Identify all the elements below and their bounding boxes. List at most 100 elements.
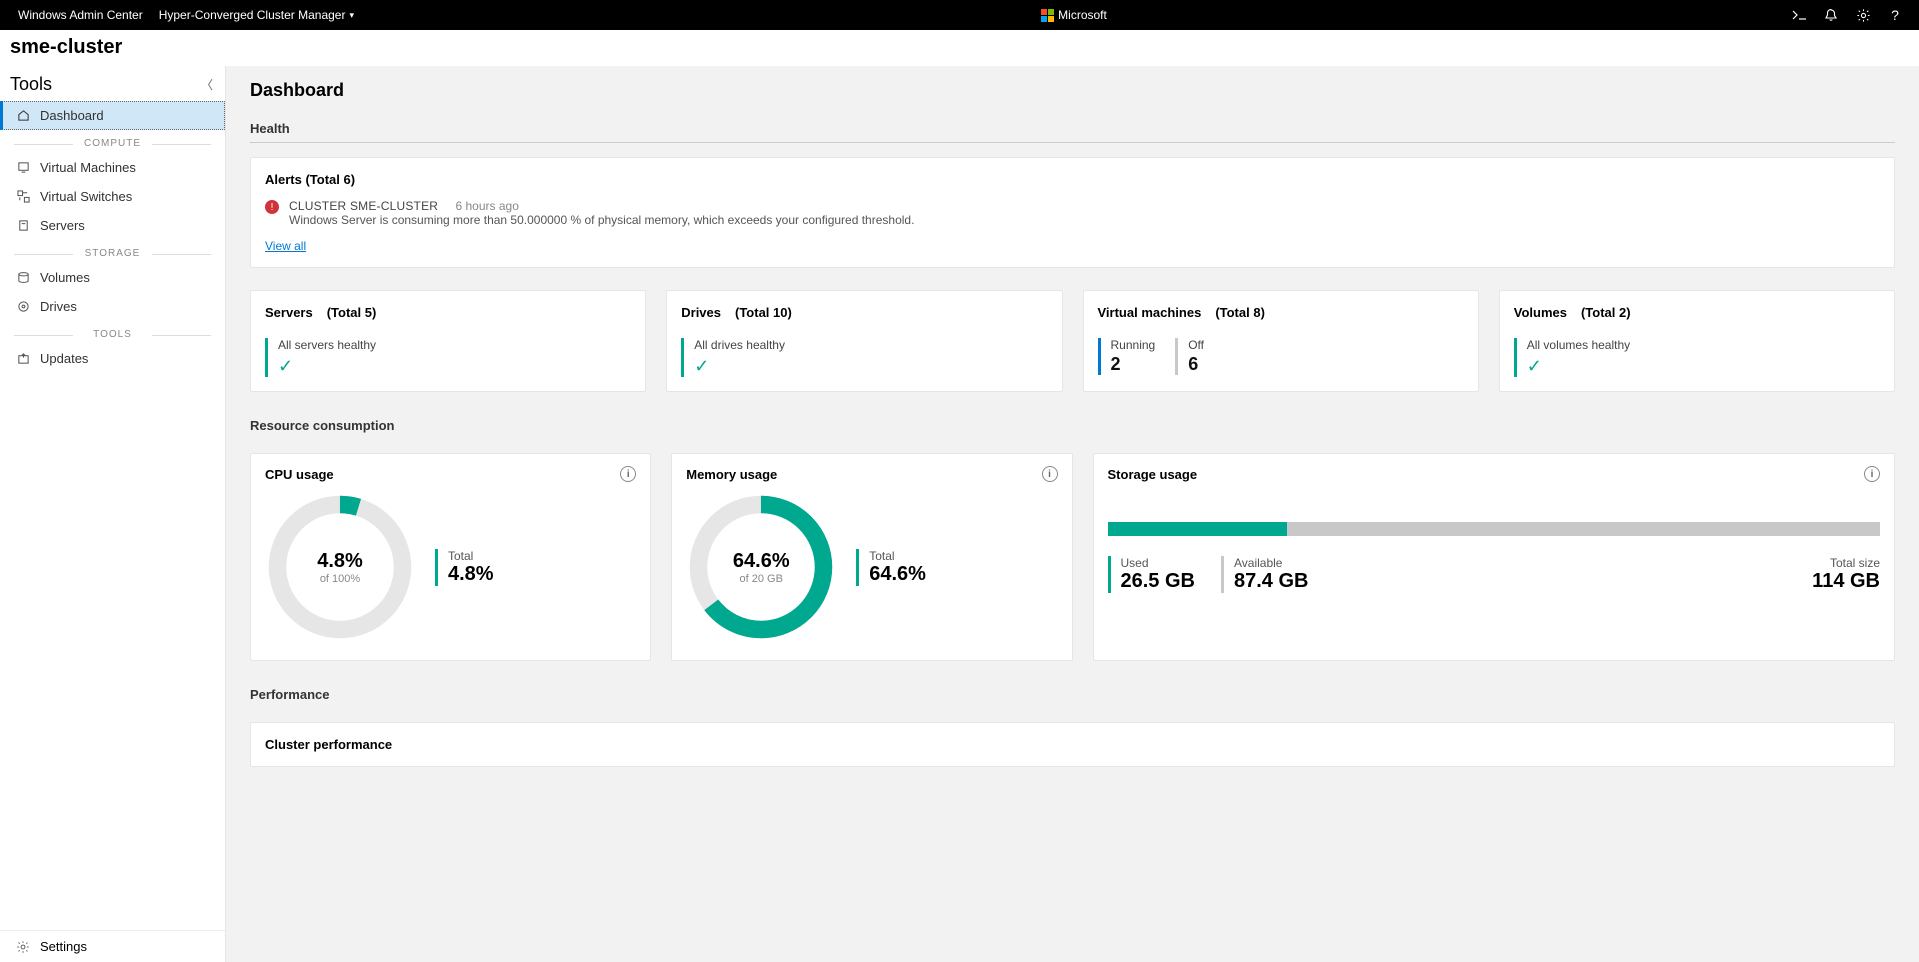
tile-title: Volumes <box>1514 305 1567 320</box>
memory-total-value: 64.6% <box>869 563 926 586</box>
nav-label: Dashboard <box>40 108 104 123</box>
volume-icon <box>16 271 30 285</box>
alerts-card: Alerts (Total 6) ! CLUSTER SME-CLUSTER 6… <box>250 157 1895 268</box>
nav-label: Updates <box>40 351 88 366</box>
tile-drives[interactable]: Drives (Total 10) All drives healthy ✓ <box>666 290 1062 392</box>
nav-virtual-machines[interactable]: Virtual Machines <box>0 153 225 182</box>
alert-error-icon: ! <box>265 200 279 214</box>
nav-drives[interactable]: Drives <box>0 292 225 321</box>
info-icon[interactable]: i <box>1042 466 1058 482</box>
nav-dashboard[interactable]: Dashboard <box>0 101 225 130</box>
vm-running-label: Running <box>1111 338 1156 352</box>
alert-time: 6 hours ago <box>456 199 519 213</box>
tile-title: Servers <box>265 305 313 320</box>
storage-avail-label: Available <box>1234 556 1308 570</box>
section-tools: TOOLS <box>14 329 211 340</box>
content-scroll[interactable]: Dashboard Health Alerts (Total 6) ! CLUS… <box>226 66 1919 962</box>
tile-count: (Total 10) <box>735 305 792 320</box>
check-icon: ✓ <box>1527 356 1880 377</box>
powershell-icon[interactable] <box>1785 1 1813 29</box>
top-bar: Windows Admin Center Hyper-Converged Clu… <box>0 0 1919 30</box>
storage-total-label: Total size <box>1812 556 1880 570</box>
tile-title: Virtual machines <box>1098 305 1202 320</box>
memory-title: Memory usage <box>686 467 777 482</box>
cpu-value: 4.8% <box>317 550 363 573</box>
section-performance: Performance <box>250 687 1895 708</box>
content-area: Dashboard Health Alerts (Total 6) ! CLUS… <box>226 66 1919 962</box>
storage-used-label: Used <box>1121 556 1195 570</box>
collapse-sidebar-icon[interactable]: 〈 <box>201 76 213 93</box>
help-icon[interactable]: ? <box>1881 1 1909 29</box>
notifications-icon[interactable] <box>1817 1 1845 29</box>
sidebar-settings[interactable]: Settings <box>0 930 225 962</box>
nav-label: Virtual Switches <box>40 189 132 204</box>
microsoft-logo-icon <box>1040 8 1054 22</box>
alerts-view-all-link[interactable]: View all <box>265 239 306 253</box>
tile-volumes[interactable]: Volumes (Total 2) All volumes healthy ✓ <box>1499 290 1895 392</box>
nav-servers[interactable]: Servers <box>0 211 225 240</box>
alerts-title: Alerts (Total 6) <box>265 172 1880 187</box>
context-label: Hyper-Converged Cluster Manager <box>159 8 346 22</box>
nav-label: Virtual Machines <box>40 160 136 175</box>
switch-icon <box>16 190 30 204</box>
nav-volumes[interactable]: Volumes <box>0 263 225 292</box>
page-title: Dashboard <box>250 80 1895 101</box>
home-icon <box>16 109 30 123</box>
section-storage: STORAGE <box>14 248 211 259</box>
tools-sidebar: Tools 〈 Dashboard COMPUTE Virtual Machin… <box>0 66 226 962</box>
alert-message: Windows Server is consuming more than 50… <box>289 213 914 227</box>
cpu-usage-card: CPU usage i 4.8% of 100% <box>250 453 651 661</box>
cpu-total-value: 4.8% <box>448 563 494 586</box>
storage-used-value: 26.5 GB <box>1121 570 1195 593</box>
tools-heading: Tools <box>10 74 52 95</box>
section-resource: Resource consumption <box>250 418 1895 439</box>
storage-title: Storage usage <box>1108 467 1198 482</box>
memory-usage-card: Memory usage i 64.6% of 20 GB <box>671 453 1072 661</box>
memory-sub: of 20 GB <box>740 573 783 585</box>
tile-count: (Total 8) <box>1215 305 1265 320</box>
storage-usage-card: Storage usage i Used 26.5 GB Available <box>1093 453 1896 661</box>
memory-value: 64.6% <box>733 550 790 573</box>
tile-vms[interactable]: Virtual machines(Total 8) Running 2 Off … <box>1083 290 1479 392</box>
settings-gear-icon[interactable] <box>1849 1 1877 29</box>
ms-logo-area: Microsoft <box>362 8 1785 22</box>
alert-source: CLUSTER SME-CLUSTER <box>289 199 438 213</box>
server-icon <box>16 219 30 233</box>
info-icon[interactable]: i <box>1864 466 1880 482</box>
memory-donut-chart: 64.6% of 20 GB <box>686 492 836 642</box>
cluster-performance-title: Cluster performance <box>265 737 1880 752</box>
check-icon: ✓ <box>278 356 631 377</box>
memory-total-label: Total <box>869 549 926 563</box>
tile-servers[interactable]: Servers (Total 5) All servers healthy ✓ <box>250 290 646 392</box>
storage-total-value: 114 GB <box>1812 570 1880 593</box>
brand-link[interactable]: Windows Admin Center <box>10 8 151 22</box>
cluster-title: sme-cluster <box>0 30 1919 66</box>
tile-status: All drives healthy <box>694 338 1047 352</box>
chevron-down-icon: ▾ <box>349 10 354 21</box>
tile-title: Drives <box>681 305 721 320</box>
vm-icon <box>16 161 30 175</box>
cpu-total-label: Total <box>448 549 494 563</box>
context-dropdown[interactable]: Hyper-Converged Cluster Manager ▾ <box>151 8 362 22</box>
tile-status: All volumes healthy <box>1527 338 1880 352</box>
drive-icon <box>16 300 30 314</box>
nav-label: Volumes <box>40 270 90 285</box>
cpu-sub: of 100% <box>320 573 360 585</box>
nav-virtual-switches[interactable]: Virtual Switches <box>0 182 225 211</box>
storage-avail-value: 87.4 GB <box>1234 570 1308 593</box>
nav-label: Servers <box>40 218 85 233</box>
alert-row[interactable]: ! CLUSTER SME-CLUSTER 6 hours ago Window… <box>265 199 1880 227</box>
nav-label: Drives <box>40 299 77 314</box>
tile-count: (Total 5) <box>327 305 377 320</box>
cluster-performance-card: Cluster performance <box>250 722 1895 767</box>
settings-label: Settings <box>40 939 87 954</box>
microsoft-label: Microsoft <box>1058 8 1107 22</box>
section-compute: COMPUTE <box>14 138 211 149</box>
check-icon: ✓ <box>694 356 1047 377</box>
tile-count: (Total 2) <box>1581 305 1631 320</box>
storage-bar-chart <box>1108 522 1881 536</box>
updates-icon <box>16 352 30 366</box>
info-icon[interactable]: i <box>620 466 636 482</box>
nav-updates[interactable]: Updates <box>0 344 225 373</box>
tile-status: All servers healthy <box>278 338 631 352</box>
